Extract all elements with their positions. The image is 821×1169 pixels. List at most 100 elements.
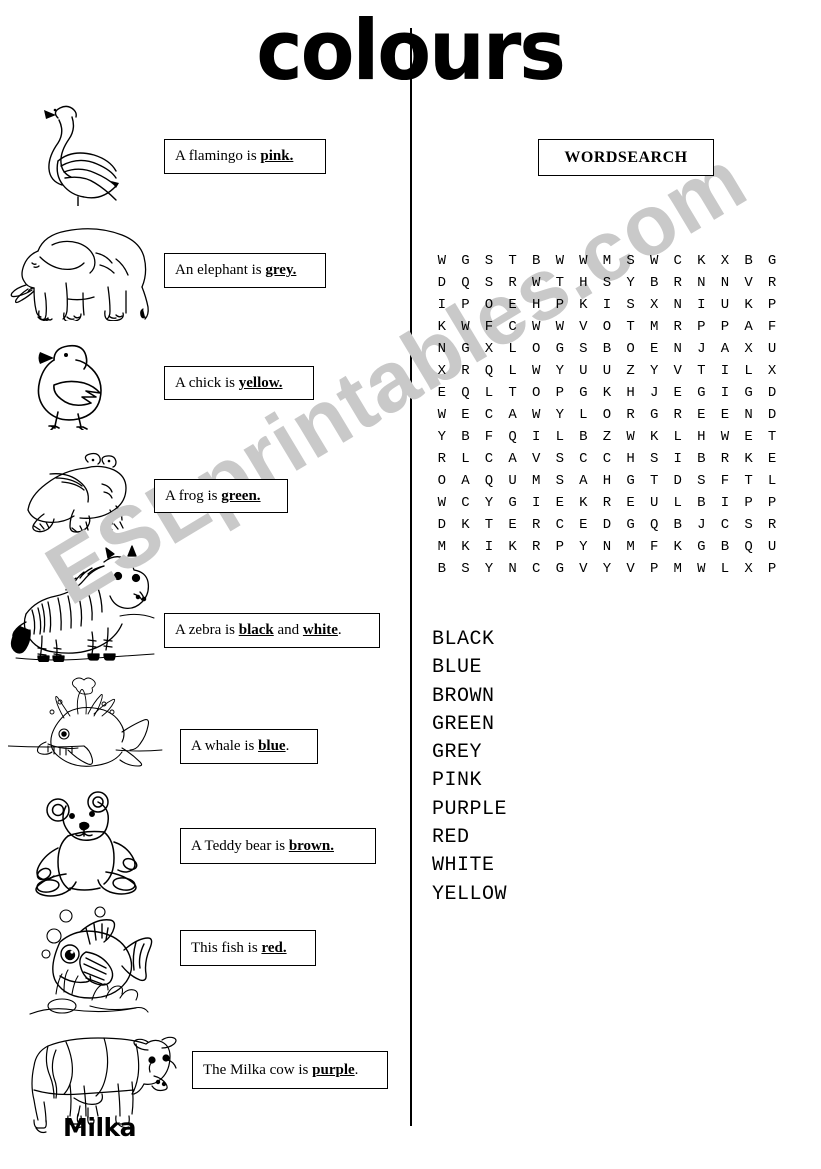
wordsearch-cell[interactable]: B xyxy=(666,514,690,536)
wordsearch-cell[interactable]: Y xyxy=(548,360,572,382)
wordsearch-cell[interactable]: C xyxy=(548,514,572,536)
wordsearch-cell[interactable]: S xyxy=(690,470,714,492)
wordsearch-cell[interactable]: A xyxy=(501,448,525,470)
wordsearch-cell[interactable]: M xyxy=(619,536,643,558)
wordsearch-cell[interactable]: M xyxy=(524,470,548,492)
wordsearch-cell[interactable]: V xyxy=(572,316,596,338)
wordsearch-word-item[interactable]: GREY xyxy=(432,739,507,767)
wordsearch-cell[interactable]: O xyxy=(619,338,643,360)
wordsearch-cell[interactable]: C xyxy=(477,404,501,426)
wordsearch-cell[interactable]: Y xyxy=(595,558,619,580)
wordsearch-cell[interactable]: Z xyxy=(619,360,643,382)
wordsearch-word-item[interactable]: RED xyxy=(432,824,507,852)
wordsearch-cell[interactable]: Q xyxy=(737,536,761,558)
wordsearch-cell[interactable]: H xyxy=(619,448,643,470)
wordsearch-word-item[interactable]: WHITE xyxy=(432,852,507,880)
wordsearch-cell[interactable]: W xyxy=(524,360,548,382)
wordsearch-cell[interactable]: L xyxy=(501,360,525,382)
wordsearch-cell[interactable]: R xyxy=(666,272,690,294)
wordsearch-cell[interactable]: P xyxy=(642,558,666,580)
wordsearch-cell[interactable]: Q xyxy=(454,382,478,404)
wordsearch-cell[interactable]: G xyxy=(572,382,596,404)
wordsearch-cell[interactable]: G xyxy=(454,338,478,360)
wordsearch-cell[interactable]: I xyxy=(713,382,737,404)
wordsearch-cell[interactable]: L xyxy=(572,404,596,426)
wordsearch-cell[interactable]: T xyxy=(501,382,525,404)
wordsearch-cell[interactable]: F xyxy=(642,536,666,558)
wordsearch-cell[interactable]: K xyxy=(642,426,666,448)
wordsearch-cell[interactable]: G xyxy=(619,470,643,492)
wordsearch-cell[interactable]: W xyxy=(619,426,643,448)
wordsearch-cell[interactable]: P xyxy=(548,294,572,316)
wordsearch-cell[interactable]: O xyxy=(595,404,619,426)
wordsearch-cell[interactable]: O xyxy=(430,470,454,492)
wordsearch-cell[interactable]: Y xyxy=(430,426,454,448)
wordsearch-word-item[interactable]: BLACK xyxy=(432,626,507,654)
wordsearch-cell[interactable]: M xyxy=(595,250,619,272)
wordsearch-cell[interactable]: W xyxy=(572,250,596,272)
wordsearch-cell[interactable]: R xyxy=(524,536,548,558)
wordsearch-cell[interactable]: I xyxy=(595,294,619,316)
wordsearch-cell[interactable]: W xyxy=(548,250,572,272)
wordsearch-cell[interactable]: N xyxy=(666,338,690,360)
wordsearch-cell[interactable]: E xyxy=(760,448,784,470)
wordsearch-cell[interactable]: Y xyxy=(642,360,666,382)
wordsearch-cell[interactable]: L xyxy=(760,470,784,492)
wordsearch-cell[interactable]: T xyxy=(642,470,666,492)
wordsearch-word-item[interactable]: PURPLE xyxy=(432,796,507,824)
wordsearch-cell[interactable]: S xyxy=(477,272,501,294)
wordsearch-cell[interactable]: J xyxy=(690,338,714,360)
wordsearch-word-item[interactable]: GREEN xyxy=(432,711,507,739)
wordsearch-cell[interactable]: Y xyxy=(619,272,643,294)
wordsearch-cell[interactable]: V xyxy=(619,558,643,580)
wordsearch-cell[interactable]: I xyxy=(713,492,737,514)
wordsearch-word-item[interactable]: BROWN xyxy=(432,683,507,711)
wordsearch-cell[interactable]: L xyxy=(501,338,525,360)
wordsearch-cell[interactable]: H xyxy=(572,272,596,294)
wordsearch-cell[interactable]: F xyxy=(477,316,501,338)
wordsearch-cell[interactable]: M xyxy=(666,558,690,580)
wordsearch-cell[interactable]: X xyxy=(713,250,737,272)
wordsearch-cell[interactable]: W xyxy=(454,316,478,338)
wordsearch-cell[interactable]: D xyxy=(760,382,784,404)
wordsearch-cell[interactable]: J xyxy=(690,514,714,536)
wordsearch-cell[interactable]: O xyxy=(524,338,548,360)
wordsearch-cell[interactable]: R xyxy=(760,514,784,536)
wordsearch-cell[interactable]: G xyxy=(619,514,643,536)
wordsearch-cell[interactable]: T xyxy=(760,426,784,448)
wordsearch-cell[interactable]: H xyxy=(619,382,643,404)
wordsearch-cell[interactable]: E xyxy=(501,514,525,536)
wordsearch-cell[interactable]: C xyxy=(524,558,548,580)
wordsearch-cell[interactable]: Q xyxy=(477,360,501,382)
wordsearch-cell[interactable]: U xyxy=(501,470,525,492)
wordsearch-cell[interactable]: J xyxy=(642,382,666,404)
wordsearch-cell[interactable]: Y xyxy=(572,536,596,558)
wordsearch-cell[interactable]: A xyxy=(713,338,737,360)
wordsearch-cell[interactable]: R xyxy=(760,272,784,294)
wordsearch-cell[interactable]: E xyxy=(548,492,572,514)
wordsearch-cell[interactable]: C xyxy=(477,448,501,470)
wordsearch-cell[interactable]: X xyxy=(430,360,454,382)
wordsearch-cell[interactable]: B xyxy=(454,426,478,448)
wordsearch-cell[interactable]: K xyxy=(454,514,478,536)
wordsearch-cell[interactable]: U xyxy=(572,360,596,382)
wordsearch-cell[interactable]: P xyxy=(760,558,784,580)
wordsearch-cell[interactable]: F xyxy=(477,426,501,448)
wordsearch-cell[interactable]: I xyxy=(477,536,501,558)
wordsearch-cell[interactable]: T xyxy=(501,250,525,272)
wordsearch-cell[interactable]: R xyxy=(666,404,690,426)
wordsearch-cell[interactable]: H xyxy=(524,294,548,316)
wordsearch-cell[interactable]: U xyxy=(760,338,784,360)
wordsearch-cell[interactable]: D xyxy=(430,514,454,536)
wordsearch-cell[interactable]: B xyxy=(737,250,761,272)
wordsearch-cell[interactable]: B xyxy=(713,536,737,558)
wordsearch-cell[interactable]: P xyxy=(454,294,478,316)
wordsearch-cell[interactable]: G xyxy=(760,250,784,272)
wordsearch-cell[interactable]: W xyxy=(548,316,572,338)
wordsearch-cell[interactable]: S xyxy=(572,338,596,360)
wordsearch-cell[interactable]: X xyxy=(737,558,761,580)
wordsearch-cell[interactable]: K xyxy=(501,536,525,558)
wordsearch-cell[interactable]: W xyxy=(713,426,737,448)
wordsearch-cell[interactable]: E xyxy=(619,492,643,514)
wordsearch-word-item[interactable]: YELLOW xyxy=(432,881,507,909)
